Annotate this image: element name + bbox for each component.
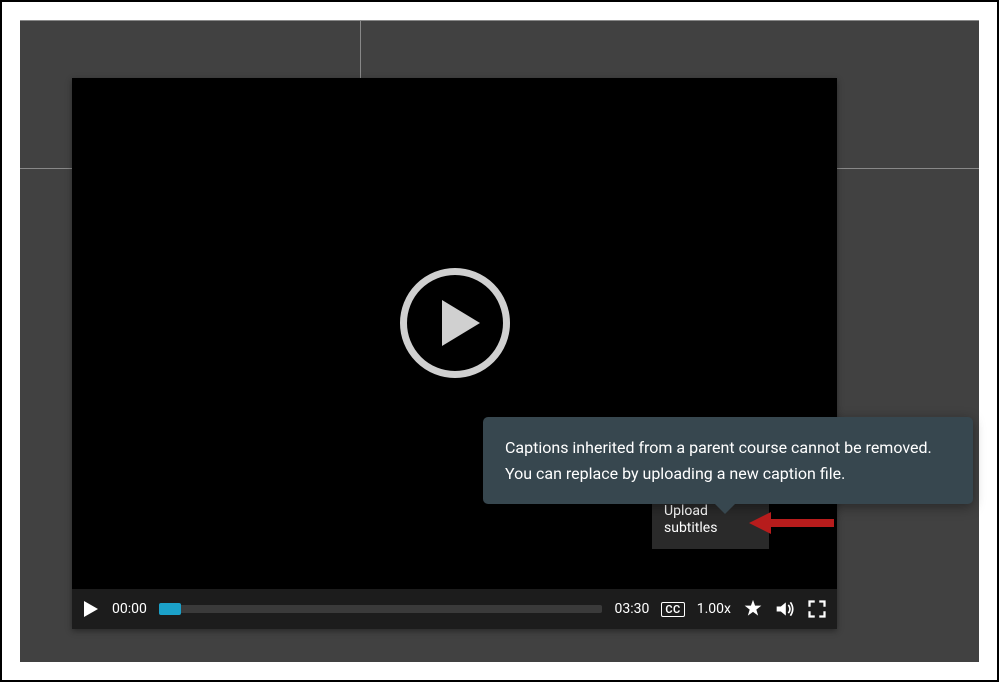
duration: 03:30	[614, 601, 649, 617]
play-icon	[84, 601, 98, 617]
tooltip-line1: Captions inherited from a parent course …	[505, 435, 951, 461]
progress-thumb[interactable]	[159, 603, 181, 615]
speed-button[interactable]: 1.00x	[697, 601, 731, 617]
fullscreen-button[interactable]	[807, 599, 827, 619]
volume-button[interactable]	[775, 599, 795, 619]
fullscreen-icon	[808, 600, 826, 618]
cc-button[interactable]: CC	[661, 602, 684, 617]
outer-frame: Dutch ? Uploadsubtitles 00:00	[0, 0, 999, 682]
settings-button[interactable]	[743, 599, 763, 619]
play-button[interactable]	[82, 600, 100, 618]
progress-bar[interactable]	[159, 605, 603, 613]
big-play-button[interactable]	[400, 268, 510, 378]
annotation-arrow-icon	[749, 510, 834, 536]
video-controls: 00:00 03:30 CC 1.00x	[72, 589, 837, 629]
current-time: 00:00	[112, 601, 147, 617]
big-play-icon	[434, 298, 484, 348]
video-player: Dutch ? Uploadsubtitles 00:00	[72, 78, 837, 629]
volume-icon	[775, 599, 795, 619]
page-background: Dutch ? Uploadsubtitles 00:00	[20, 20, 979, 662]
settings-icon	[743, 599, 763, 619]
help-tooltip: Captions inherited from a parent course …	[483, 417, 973, 504]
upload-subtitles-label: Uploadsubtitles	[664, 503, 717, 537]
divider	[20, 20, 979, 21]
tooltip-line2: You can replace by uploading a new capti…	[505, 461, 951, 487]
